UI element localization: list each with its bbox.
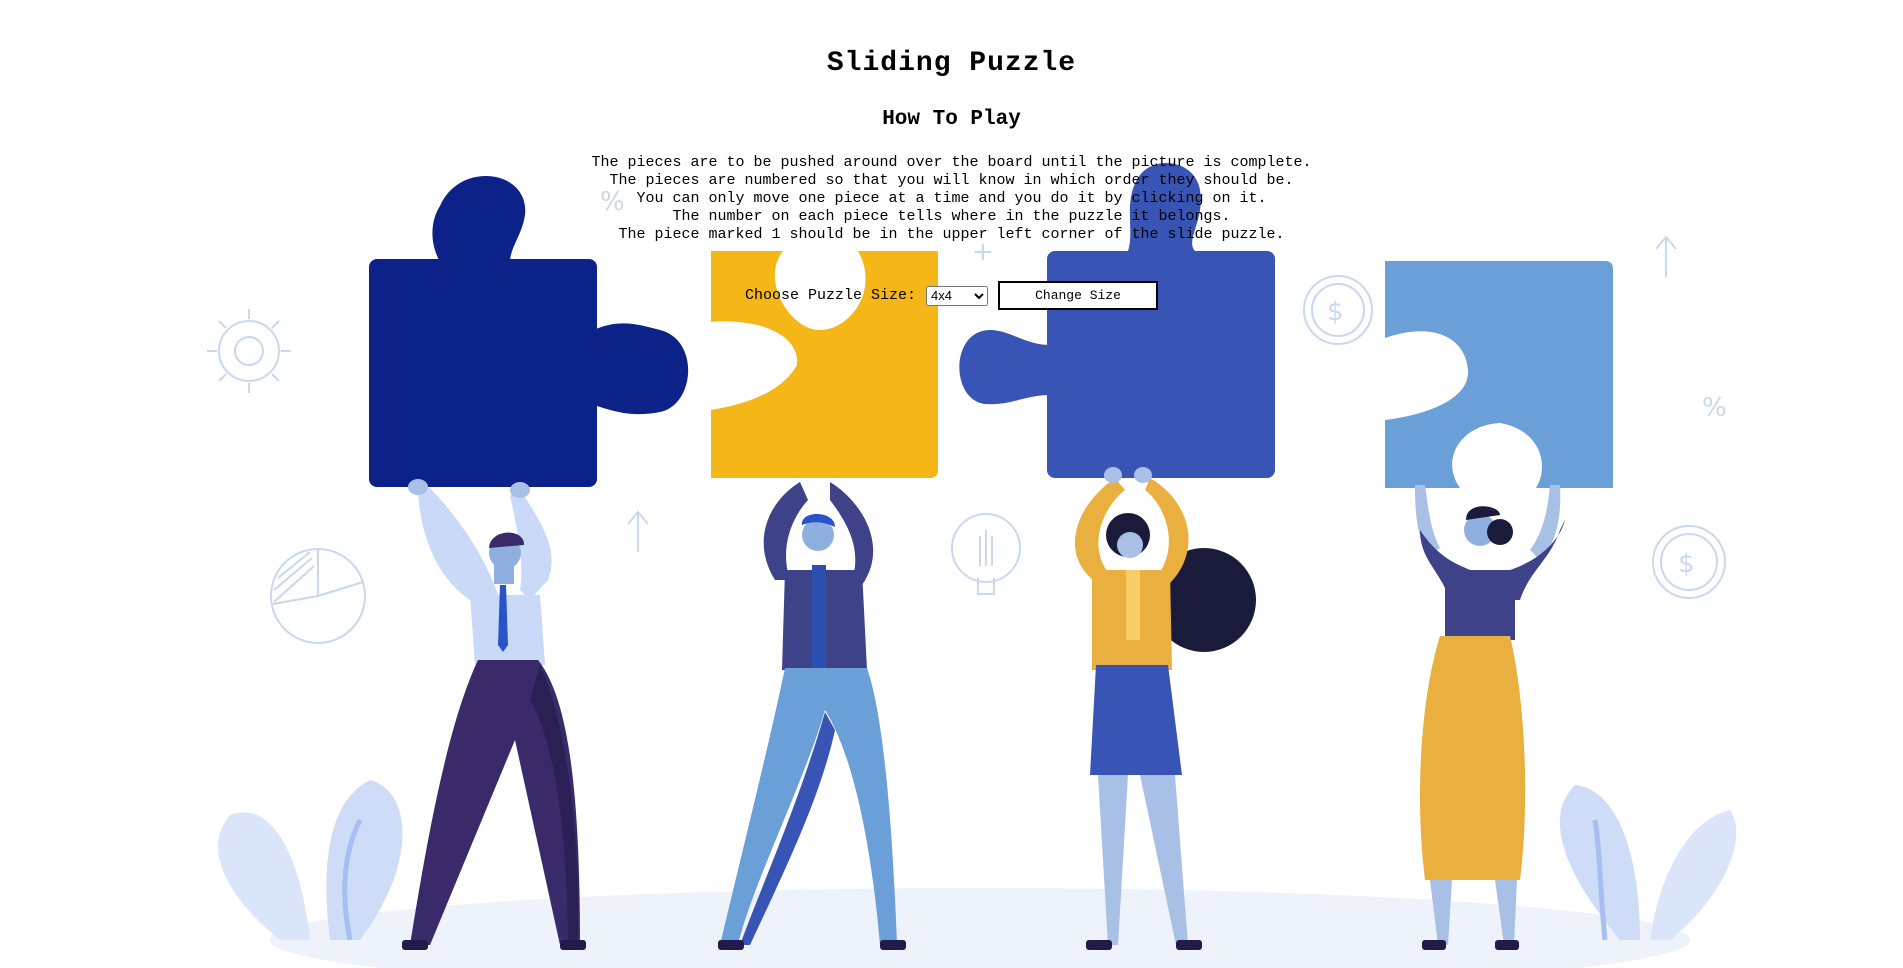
instruction-line: The piece marked 1 should be in the uppe… [618, 226, 1285, 243]
percent-symbol: % [1702, 393, 1727, 423]
dollar-symbol: $ [1678, 549, 1695, 579]
instructions: The pieces are to be pushed around over … [0, 154, 1903, 244]
puzzle-size-label: Choose Puzzle Size: [744, 287, 917, 304]
instruction-line: The pieces are numbered so that you will… [609, 172, 1294, 189]
person-2 [718, 482, 906, 950]
instruction-line: You can only move one piece at a time an… [636, 190, 1267, 207]
gear-icon [207, 309, 291, 393]
page-title: Sliding Puzzle [826, 48, 1077, 79]
background-illustration: % % $ $ + [207, 163, 1737, 968]
lightbulb-icon [951, 513, 1021, 595]
person-1 [402, 479, 586, 950]
instruction-line: The pieces are to be pushed around over … [591, 154, 1312, 171]
plant-left [218, 780, 403, 941]
person-3 [1074, 467, 1256, 950]
instruction-line: The number on each piece tells where in … [672, 208, 1231, 225]
puzzle-size-controls: Choose Puzzle Size: 4x4 Change Size [0, 281, 1903, 310]
person-4 [1415, 485, 1565, 950]
arrow-up-icon [627, 510, 649, 552]
change-size-button[interactable]: Change Size [998, 281, 1159, 310]
puzzle-size-select[interactable]: 4x4 [926, 285, 989, 306]
pie-chart-icon [270, 548, 366, 644]
how-to-play-heading: How To Play [882, 108, 1021, 131]
floor-shadow [270, 888, 1690, 968]
